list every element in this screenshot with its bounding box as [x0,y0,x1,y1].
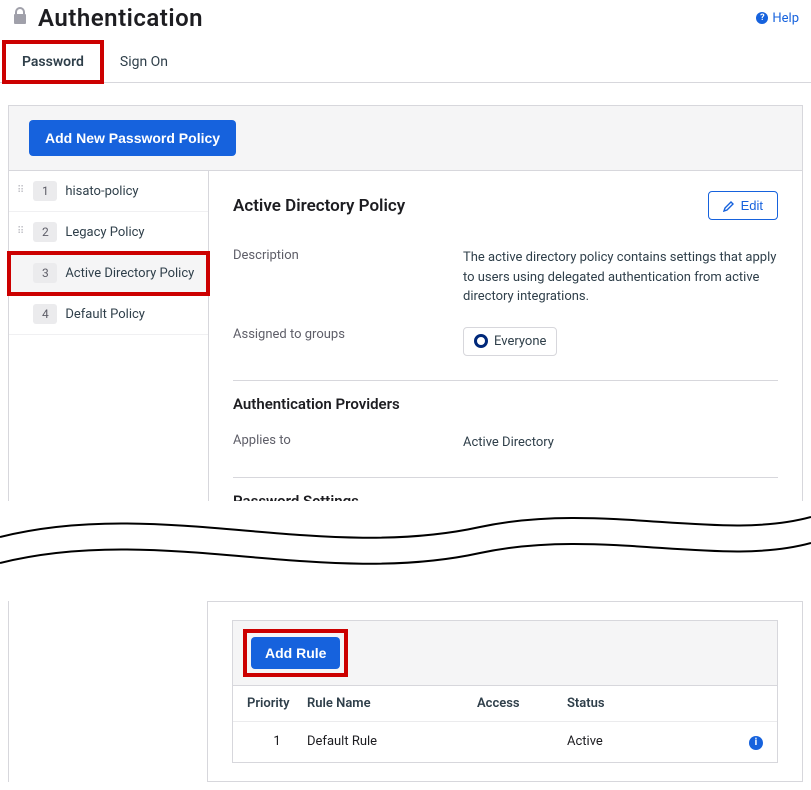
divider [233,477,778,478]
cell-status: Active [567,734,737,749]
pencil-icon [723,200,735,212]
assigned-to-groups-label: Assigned to groups [233,327,463,357]
drag-handle-icon[interactable]: ⠿ [17,229,25,235]
cell-rule-name: Default Rule [307,734,477,749]
col-rule-name: Rule Name [307,696,477,711]
applies-to-label: Applies to [233,433,463,453]
sidebar-spacer [8,601,208,782]
col-priority: Priority [247,696,307,711]
divider [233,380,778,381]
policy-name-label: Default Policy [65,307,145,322]
table-row[interactable]: 1 Default Rule Active i [233,722,777,762]
edit-label: Edit [741,198,763,213]
sidebar-item-active-directory-policy[interactable]: ⠿ 3 Active Directory Policy [9,253,208,294]
help-link[interactable]: ? Help [756,11,799,26]
policy-priority-badge: 1 [33,181,57,201]
edit-button[interactable]: Edit [708,191,778,220]
rules-table-header: Priority Rule Name Access Status [233,686,777,722]
auth-providers-title: Authentication Providers [233,395,778,413]
drag-handle-icon[interactable]: ⠿ [17,188,25,194]
description-label: Description [233,248,463,307]
detail-title: Active Directory Policy [233,196,405,216]
sidebar-item-hisato-policy[interactable]: ⠿ 1 hisato-policy [9,171,208,212]
add-new-password-policy-button[interactable]: Add New Password Policy [29,120,236,156]
applies-to-value: Active Directory [463,433,778,453]
col-access: Access [477,696,567,711]
policy-name-label: Legacy Policy [65,225,144,240]
group-tag-label: Everyone [494,332,546,352]
page-title: Authentication [38,4,203,32]
description-value: The active directory policy contains set… [463,248,778,307]
help-label: Help [772,11,799,26]
group-tag-everyone[interactable]: Everyone [463,327,557,357]
policy-priority-badge: 3 [33,263,57,283]
help-icon: ? [756,12,768,24]
col-status: Status [567,696,737,711]
policy-priority-badge: 2 [33,222,57,242]
sidebar-item-legacy-policy[interactable]: ⠿ 2 Legacy Policy [9,212,208,253]
add-rule-button[interactable]: Add Rule [251,637,340,669]
tab-password[interactable]: Password [4,42,102,82]
cell-priority: 1 [247,734,307,749]
info-icon[interactable]: i [749,736,763,750]
policy-sidebar: ⠿ 1 hisato-policy ⠿ 2 Legacy Policy ⠿ 3 … [9,171,209,540]
lock-icon [12,7,28,29]
content-break-wave [0,501,811,581]
everyone-icon [474,334,488,348]
policy-priority-badge: 4 [33,304,57,324]
policy-name-label: Active Directory Policy [65,266,194,281]
content-frame: Add New Password Policy ⠿ 1 hisato-polic… [8,105,803,541]
tab-sign-on[interactable]: Sign On [102,42,186,82]
add-policy-bar: Add New Password Policy [9,106,802,171]
tabs: Password Sign On [0,42,811,83]
detail-pane: Active Directory Policy Edit Description… [209,171,802,540]
policy-name-label: hisato-policy [65,184,138,199]
rules-box: Add Rule Priority Rule Name Access Statu… [232,620,778,763]
sidebar-item-default-policy[interactable]: ⠿ 4 Default Policy [9,294,208,335]
